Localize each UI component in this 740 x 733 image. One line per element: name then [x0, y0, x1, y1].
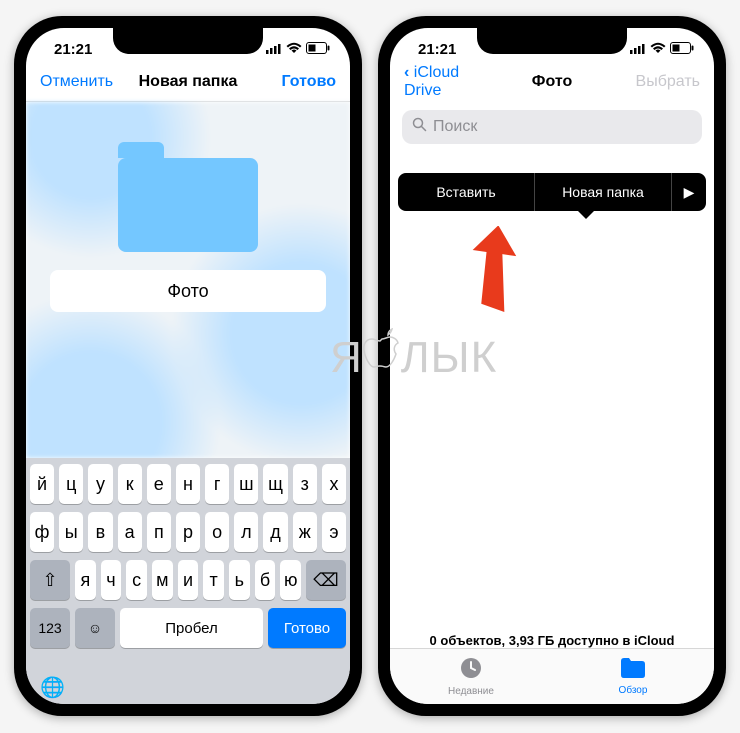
navbar-new-folder: Отменить Новая папка Готово	[26, 62, 350, 102]
notch	[477, 28, 627, 54]
status-indicators	[266, 41, 330, 58]
key-letter[interactable]: е	[147, 464, 171, 504]
key-letter[interactable]: п	[147, 512, 171, 552]
key-letter[interactable]: к	[118, 464, 142, 504]
key-letter[interactable]: ф	[30, 512, 54, 552]
key-letter[interactable]: ц	[59, 464, 83, 504]
key-letter[interactable]: й	[30, 464, 54, 504]
signal-icon	[266, 41, 282, 58]
key-letter[interactable]: з	[293, 464, 317, 504]
status-time: 21:21	[54, 41, 92, 58]
key-letter[interactable]: г	[205, 464, 229, 504]
nav-title: Фото	[532, 73, 572, 91]
space-key[interactable]: Пробел	[120, 608, 263, 648]
screen-left: 21:21 Отменить Новая папка Готово	[26, 28, 350, 704]
select-button[interactable]: Выбрать	[610, 73, 700, 91]
key-letter[interactable]: с	[126, 560, 147, 600]
key-letter[interactable]: и	[178, 560, 199, 600]
keyboard: й ц у к е н г ш щ з х ф ы в а п р о л	[26, 458, 350, 704]
menu-tail	[578, 211, 594, 219]
key-letter[interactable]: р	[176, 512, 200, 552]
keyboard-row-3: ⇧ я ч с м и т ь б ю ⌫	[30, 560, 346, 600]
search-placeholder: Поиск	[433, 118, 477, 136]
keyboard-row-1: й ц у к е н г ш щ з х	[30, 464, 346, 504]
storage-status: 0 объектов, 3,93 ГБ доступно в iCloud	[390, 633, 714, 648]
key-letter[interactable]: б	[255, 560, 276, 600]
search-input[interactable]: Поиск	[402, 110, 702, 144]
clock-icon	[459, 656, 483, 684]
chevron-left-icon: ‹	[404, 64, 414, 81]
folder-name-value: Фото	[167, 281, 208, 302]
key-letter[interactable]: о	[205, 512, 229, 552]
key-letter[interactable]: ч	[101, 560, 122, 600]
backspace-key[interactable]: ⌫	[306, 560, 346, 600]
nav-title: Новая папка	[139, 73, 238, 91]
key-letter[interactable]: х	[322, 464, 346, 504]
folder-icon	[118, 142, 258, 252]
key-letter[interactable]: щ	[263, 464, 287, 504]
key-letter[interactable]: м	[152, 560, 173, 600]
keyboard-row-2: ф ы в а п р о л д ж э	[30, 512, 346, 552]
keyboard-row-4: 123 ☺ Пробел Готово	[30, 608, 346, 648]
menu-more[interactable]: ▶	[672, 173, 706, 211]
tab-recents-label: Недавние	[448, 686, 494, 697]
key-letter[interactable]: я	[75, 560, 96, 600]
phone-frame-left: 21:21 Отменить Новая папка Готово	[14, 16, 362, 716]
done-button[interactable]: Готово	[246, 73, 336, 91]
annotation-arrow-icon	[470, 226, 530, 316]
back-button[interactable]: ‹ iCloud Drive	[404, 64, 494, 100]
key-letter[interactable]: в	[88, 512, 112, 552]
shift-key[interactable]: ⇧	[30, 560, 70, 600]
key-letter[interactable]: э	[322, 512, 346, 552]
return-key[interactable]: Готово	[268, 608, 346, 648]
key-letter[interactable]: л	[234, 512, 258, 552]
navbar-files: ‹ iCloud Drive Фото Выбрать	[390, 62, 714, 102]
status-time: 21:21	[418, 41, 456, 58]
key-letter[interactable]: д	[263, 512, 287, 552]
battery-icon	[670, 41, 694, 58]
cancel-button[interactable]: Отменить	[40, 73, 130, 91]
key-letter[interactable]: н	[176, 464, 200, 504]
screen-right: 21:21 ‹ iCloud Drive Фото Выбрать	[390, 28, 714, 704]
key-letter[interactable]: а	[118, 512, 142, 552]
tab-browse-label: Обзор	[619, 685, 648, 696]
globe-icon[interactable]: 🌐	[40, 675, 65, 700]
menu-new-folder[interactable]: Новая папка	[535, 173, 671, 211]
numbers-key[interactable]: 123	[30, 608, 70, 648]
key-letter[interactable]: ь	[229, 560, 250, 600]
key-letter[interactable]: ы	[59, 512, 83, 552]
menu-paste[interactable]: Вставить	[398, 173, 534, 211]
context-menu: Вставить Новая папка ▶	[398, 173, 706, 211]
key-letter[interactable]: ж	[293, 512, 317, 552]
key-letter[interactable]: т	[203, 560, 224, 600]
folder-icon	[620, 657, 646, 683]
emoji-key[interactable]: ☺	[75, 608, 115, 648]
tab-recents[interactable]: Недавние	[390, 649, 552, 704]
phone-frame-right: 21:21 ‹ iCloud Drive Фото Выбрать	[378, 16, 726, 716]
signal-icon	[630, 41, 646, 58]
wifi-icon	[650, 41, 666, 58]
notch	[113, 28, 263, 54]
search-icon	[412, 117, 427, 137]
key-letter[interactable]: ш	[234, 464, 258, 504]
tabbar: Недавние Обзор	[390, 648, 714, 704]
folder-name-input[interactable]: Фото	[50, 270, 326, 312]
key-letter[interactable]: ю	[280, 560, 301, 600]
wifi-icon	[286, 41, 302, 58]
tab-browse[interactable]: Обзор	[552, 649, 714, 704]
key-letter[interactable]: у	[88, 464, 112, 504]
battery-icon	[306, 41, 330, 58]
status-indicators	[630, 41, 694, 58]
